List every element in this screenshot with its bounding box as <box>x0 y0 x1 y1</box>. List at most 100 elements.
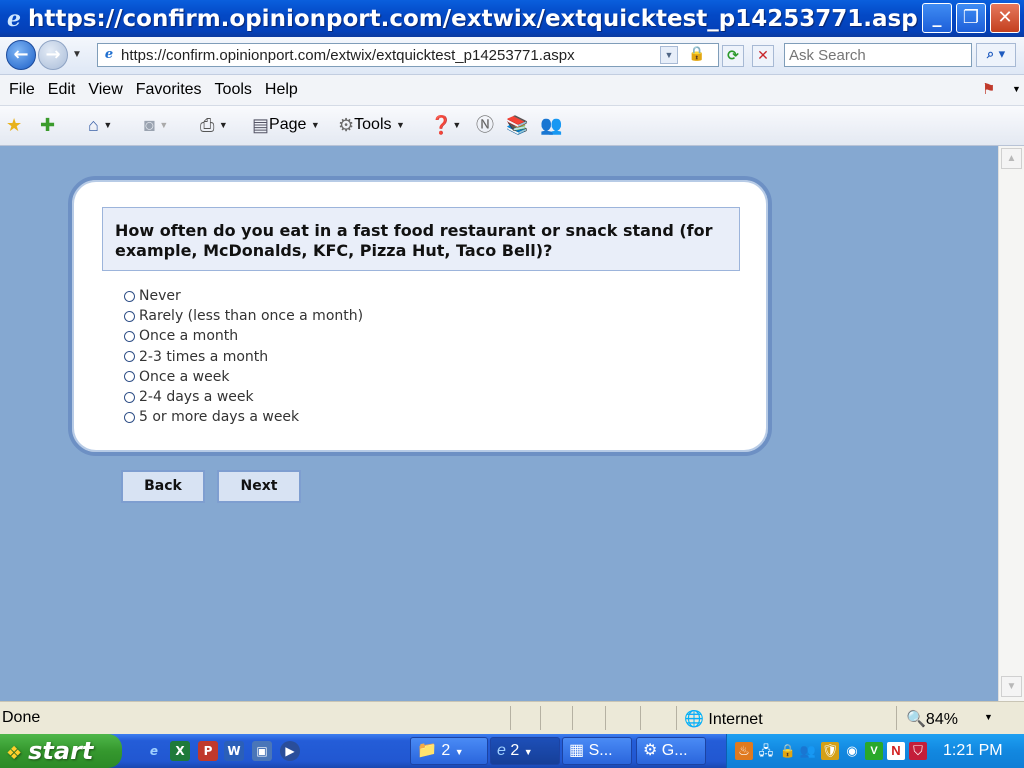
command-bar: ★ ✚ ⌂ ▼ ◙ ▼ ⎙ ▼ ▤Page ▼ ⚙Tools ▼ ❓▼ Ⓝ 📚 … <box>0 106 1024 146</box>
tray-network-icon[interactable]: 🖧 <box>757 742 775 760</box>
menu-file[interactable]: File <box>4 81 40 99</box>
recent-pages-dropdown[interactable]: ▼ <box>72 49 82 60</box>
start-button[interactable]: ❖ start <box>0 734 122 768</box>
taskbar-clock[interactable]: 1:21 PM <box>943 742 1003 760</box>
radio-button[interactable] <box>124 351 135 363</box>
maximize-button[interactable]: ❐ <box>956 3 986 33</box>
radio-button[interactable] <box>124 290 135 302</box>
tray-shield-icon[interactable]: 🛡 <box>821 742 839 760</box>
radio-button[interactable] <box>124 310 135 322</box>
option-never[interactable]: Never <box>124 286 363 306</box>
refresh-icon: ⟳ <box>727 48 739 64</box>
taskbar-task-word[interactable]: ▦ S... <box>562 737 632 765</box>
forward-nav-button[interactable]: → <box>38 40 68 70</box>
option-label[interactable]: 5 or more days a week <box>139 409 299 425</box>
window-titlebar[interactable]: e https://confirm.opinionport.com/extwix… <box>0 0 1024 37</box>
bookmarks-button[interactable]: 📚 <box>506 114 528 136</box>
menu-favorites[interactable]: Favorites <box>131 81 207 99</box>
zoom-level[interactable]: 🔍84% <box>906 709 958 729</box>
vertical-scrollbar[interactable]: ▲ ▼ <box>998 146 1024 701</box>
favorites-center-button[interactable]: ★ <box>6 114 22 136</box>
flag-dropdown[interactable]: ▼ <box>1012 84 1021 94</box>
feeds-button[interactable]: ◙ ▼ <box>144 114 168 136</box>
gear-icon: ⚙ <box>338 115 355 135</box>
chevron-down-icon: ▼ <box>1006 681 1017 692</box>
radio-button[interactable] <box>124 391 135 403</box>
ie-quicklaunch-icon[interactable]: e <box>144 741 164 761</box>
messenger-button[interactable]: 👥 <box>540 114 562 136</box>
option-once-a-week[interactable]: Once a week <box>124 367 363 387</box>
menu-view[interactable]: View <box>83 81 127 99</box>
chevron-up-icon: ▲ <box>1006 153 1017 164</box>
menu-tools[interactable]: Tools <box>210 81 257 99</box>
radio-button[interactable] <box>124 330 135 342</box>
app-icon: ⚙ <box>643 742 658 759</box>
back-nav-button[interactable]: ← <box>6 40 36 70</box>
option-2-3-times-a-month[interactable]: 2-3 times a month <box>124 347 363 367</box>
option-label[interactable]: 2-4 days a week <box>139 389 254 405</box>
research-icon: Ⓝ <box>476 115 494 135</box>
menu-help[interactable]: Help <box>260 81 303 99</box>
arrow-left-icon: ← <box>13 44 29 65</box>
home-icon: ⌂ <box>88 115 99 135</box>
menu-edit[interactable]: Edit <box>43 81 81 99</box>
address-url[interactable]: https://confirm.opinionport.com/extwix/e… <box>121 47 661 64</box>
status-divider <box>605 706 606 730</box>
option-label[interactable]: Once a month <box>139 328 238 344</box>
tray-antivirus-icon[interactable]: ◉ <box>843 742 861 760</box>
option-rarely[interactable]: Rarely (less than once a month) <box>124 306 363 326</box>
refresh-button[interactable]: ⟳ <box>722 45 744 67</box>
stop-button[interactable]: ✕ <box>752 45 774 67</box>
radio-button[interactable] <box>124 371 135 383</box>
help-button[interactable]: ❓▼ <box>430 114 461 136</box>
windows-flag-icon[interactable]: ⚑ <box>982 80 995 98</box>
media-player-quicklaunch-icon[interactable]: ▶ <box>280 741 300 761</box>
scroll-down-button[interactable]: ▼ <box>1001 676 1022 697</box>
print-button[interactable]: ⎙ ▼ <box>200 114 228 136</box>
option-once-a-month[interactable]: Once a month <box>124 326 363 346</box>
option-2-4-days-a-week[interactable]: 2-4 days a week <box>124 387 363 407</box>
tools-menu-button[interactable]: ⚙Tools ▼ <box>338 114 405 136</box>
tray-vc-icon[interactable]: V <box>865 742 883 760</box>
search-input[interactable] <box>784 43 972 67</box>
tray-java-icon[interactable]: ♨ <box>735 742 753 760</box>
minimize-button[interactable]: _ <box>922 3 952 33</box>
tray-mcafee-icon[interactable]: ⛉ <box>909 742 927 760</box>
minimize-icon: _ <box>932 7 942 28</box>
taskbar-group-ie[interactable]: e 2 ▼ <box>490 737 560 765</box>
word-quicklaunch-icon[interactable]: W <box>224 741 244 761</box>
security-zone[interactable]: 🌐 Internet <box>684 709 763 729</box>
close-button[interactable]: ✕ <box>990 3 1020 33</box>
scroll-up-button[interactable]: ▲ <box>1001 148 1022 169</box>
option-5-or-more-days[interactable]: 5 or more days a week <box>124 407 363 427</box>
tray-lock-icon[interactable]: 🔒 <box>779 742 797 760</box>
tray-users-icon[interactable]: 👥 <box>799 742 817 760</box>
option-label[interactable]: 2-3 times a month <box>139 349 268 365</box>
back-button[interactable]: Back <box>121 470 205 503</box>
taskbar-task-app[interactable]: ⚙ G... <box>636 737 706 765</box>
search-button[interactable]: ⌕ ▾ <box>976 43 1016 67</box>
radio-button[interactable] <box>124 411 135 423</box>
next-button[interactable]: Next <box>217 470 301 503</box>
lock-icon[interactable]: 🔒 <box>688 45 705 62</box>
taskbar-group-explorer[interactable]: 📁 2 ▼ <box>410 737 488 765</box>
page-menu-button[interactable]: ▤Page ▼ <box>252 114 320 136</box>
home-button[interactable]: ⌂ ▼ <box>88 114 112 136</box>
chevron-down-icon: ▼ <box>454 747 464 757</box>
excel-quicklaunch-icon[interactable]: X <box>170 741 190 761</box>
research-button[interactable]: Ⓝ <box>476 114 494 136</box>
option-label[interactable]: Once a week <box>139 369 229 385</box>
taskbar: ❖ start e X P W ▣ ▶ 📁 2 ▼ e 2 ▼ ▦ S... ⚙ … <box>0 734 1024 768</box>
windows-logo-icon: ❖ <box>6 743 23 764</box>
explorer-quicklaunch-icon[interactable]: ▣ <box>252 741 272 761</box>
word-icon: ▦ <box>569 742 585 759</box>
tray-n-icon[interactable]: N <box>887 742 905 760</box>
option-label[interactable]: Never <box>139 288 181 304</box>
powerpoint-quicklaunch-icon[interactable]: P <box>198 741 218 761</box>
address-bar[interactable]: e https://confirm.opinionport.com/extwix… <box>97 43 719 67</box>
status-divider <box>572 706 573 730</box>
zoom-dropdown[interactable]: ▼ <box>984 712 993 722</box>
option-label[interactable]: Rarely (less than once a month) <box>139 308 363 324</box>
add-favorite-button[interactable]: ✚ <box>40 114 55 136</box>
address-dropdown-button[interactable]: ▼ <box>660 46 678 64</box>
